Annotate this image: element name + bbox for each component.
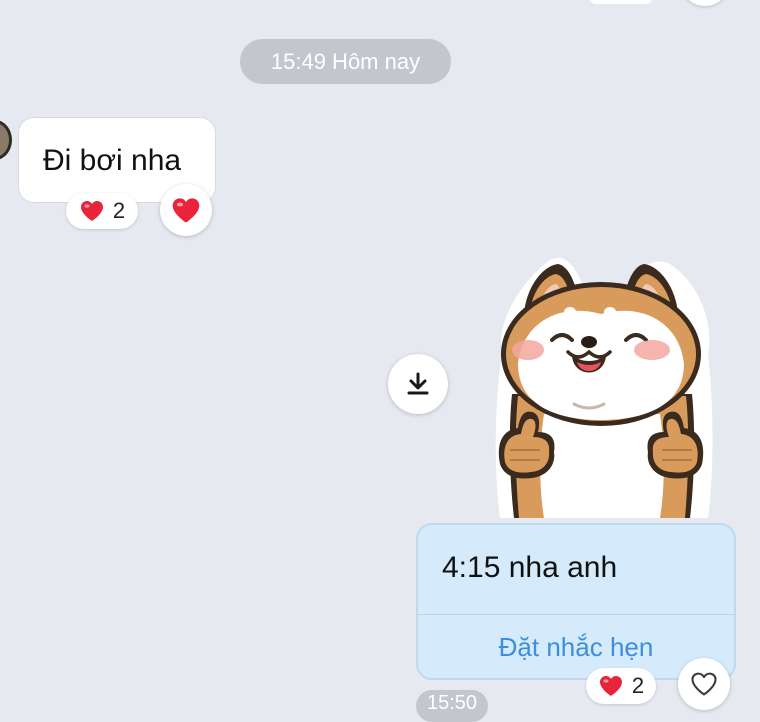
outgoing-message-text: 4:15 nha anh xyxy=(442,551,618,584)
heart-icon xyxy=(599,676,622,696)
heart-icon xyxy=(80,201,103,221)
incoming-reaction-summary[interactable]: 2 xyxy=(66,193,138,229)
heart-icon xyxy=(172,197,200,223)
incoming-message-text: Đi bơi nha xyxy=(43,144,182,177)
shiba-dog-sticker[interactable] xyxy=(488,254,714,518)
outgoing-message-bubble[interactable]: 4:15 nha anh Đặt nhắc hẹn xyxy=(416,523,736,680)
previous-reaction-button[interactable] xyxy=(680,0,730,6)
set-reminder-link[interactable]: Đặt nhắc hẹn xyxy=(418,632,734,663)
message-time: 15:50 xyxy=(416,690,488,722)
heart-outline-icon xyxy=(691,672,717,696)
reaction-count: 2 xyxy=(112,198,126,223)
previous-reaction-pill[interactable] xyxy=(588,0,654,4)
date-separator: 15:49 Hôm nay xyxy=(240,39,451,84)
sender-avatar[interactable] xyxy=(0,120,12,160)
react-heart-button[interactable] xyxy=(160,184,212,236)
reaction-count: 2 xyxy=(631,673,645,698)
download-icon xyxy=(407,372,429,395)
download-button[interactable] xyxy=(388,354,448,414)
outgoing-reaction-summary[interactable]: 2 xyxy=(586,668,656,704)
react-button[interactable] xyxy=(678,658,730,710)
bubble-divider xyxy=(418,614,734,615)
